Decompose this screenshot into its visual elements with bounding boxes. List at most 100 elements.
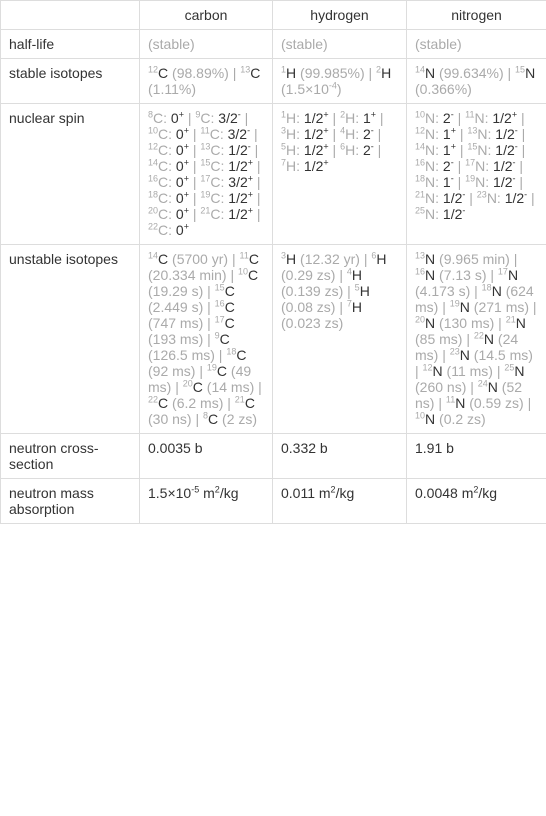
mass-number: 16 <box>415 157 425 167</box>
element-symbol: C <box>217 363 227 379</box>
spin-value: 1/2 <box>228 158 247 174</box>
separator: | <box>184 110 195 126</box>
spin-value: 0 <box>176 206 184 222</box>
element-symbol: C <box>220 331 230 347</box>
element-symbol: H <box>352 267 362 283</box>
mass-number: 19 <box>465 173 475 183</box>
isotope-detail: (260 ns) <box>415 379 466 395</box>
spin-value: 0 <box>176 126 184 142</box>
spin-sign: + <box>323 157 328 167</box>
element-symbol: C <box>225 315 235 331</box>
separator: | <box>516 174 524 190</box>
row-half-life: half-life (stable) (stable) (stable) <box>1 30 546 59</box>
mass-number: 20 <box>415 314 425 324</box>
separator: | <box>516 158 524 174</box>
element-symbol: N <box>508 267 518 283</box>
mass-abs-value: 0.011 m <box>281 485 331 501</box>
cell-value: 0.011 m2/kg <box>273 479 407 524</box>
mass-number: 10 <box>148 125 158 135</box>
spin-value: 2 <box>443 158 451 174</box>
spin-value: 2 <box>363 126 371 142</box>
separator: | <box>438 299 449 315</box>
separator: | <box>253 174 261 190</box>
separator: | <box>203 331 214 347</box>
cell-value: 14C (5700 yr) | 11C (20.334 min) | 10C (… <box>140 245 273 434</box>
separator: | <box>360 251 371 267</box>
isotope-detail: (14 ms) <box>203 379 254 395</box>
mass-number: 25 <box>504 362 514 372</box>
separator: | <box>518 126 526 142</box>
separator: | <box>374 142 382 158</box>
mass-number: 18 <box>415 173 425 183</box>
element-symbol: N <box>514 363 524 379</box>
separator: | <box>438 347 449 363</box>
isotope-detail: (0.08 zs) <box>281 299 335 315</box>
isotope-id: 16N: <box>415 158 443 174</box>
mass-number: 14 <box>415 141 425 151</box>
mass-number: 20 <box>148 205 158 215</box>
separator: | <box>250 126 258 142</box>
mass-number: 11 <box>200 125 209 135</box>
element-symbol: N <box>492 283 502 299</box>
mass-number: 4 <box>340 125 345 135</box>
mass-number: 16 <box>215 298 225 308</box>
header-row: carbon hydrogen nitrogen <box>1 1 546 30</box>
mass-number: 19 <box>207 362 217 372</box>
mass-number: 5 <box>281 141 286 151</box>
row-unstable-isotopes: unstable isotopes 14C (5700 yr) | 11C (2… <box>1 245 546 434</box>
isotope-id: 17N: <box>465 158 493 174</box>
separator: | <box>510 251 518 267</box>
isotope-id: 16C: <box>148 174 176 190</box>
spin-value: 1 <box>443 142 451 158</box>
spin-value: 3/2 <box>228 126 247 142</box>
cell-value: 1.91 b <box>407 434 546 479</box>
separator: | <box>203 299 214 315</box>
spin-value: 3/2 <box>228 174 247 190</box>
cell-value: 1.5×10-5 m2/kg <box>140 479 273 524</box>
unit-part: /kg <box>220 485 239 501</box>
element-symbol: N <box>425 251 435 267</box>
mass-number: 8 <box>148 109 153 119</box>
isotope-detail: (0.023 zs) <box>281 315 343 331</box>
spin-value: 0 <box>176 222 184 238</box>
isotope-detail: (9.965 min) <box>435 251 510 267</box>
cell-value: 14N (99.634%) | 15N (0.366%) <box>407 59 546 104</box>
cell-value: 8C: 0+ | 9C: 3/2- | 10C: 0+ | 11C: 3/2- … <box>140 104 273 245</box>
separator: | <box>227 267 238 283</box>
col-header-hydrogen: hydrogen <box>273 1 407 30</box>
isotope-id: 14C: <box>148 158 176 174</box>
mass-number: 25 <box>415 205 425 215</box>
element-symbol: C <box>158 65 168 81</box>
spin-value: 0 <box>176 190 184 206</box>
isotope-id: 8C: <box>148 110 171 126</box>
element-symbol: C <box>225 299 235 315</box>
isotope-id: 10N: <box>415 110 443 126</box>
col-header-nitrogen: nitrogen <box>407 1 546 30</box>
separator: | <box>335 267 346 283</box>
element-symbol: C <box>236 347 246 363</box>
spin-value: 1/2 <box>304 158 323 174</box>
element-symbol: C <box>250 65 260 81</box>
separator: | <box>189 190 200 206</box>
separator: | <box>504 65 515 81</box>
isotope-detail: (0.29 zs) <box>281 267 335 283</box>
mass-number: 11 <box>239 250 248 260</box>
element-symbol: N <box>516 315 526 331</box>
isotope-id: 18N: <box>415 174 443 190</box>
mass-number: 10 <box>415 410 425 420</box>
cell-value: 13N (9.965 min) | 16N (7.13 s) | 17N (4.… <box>407 245 546 434</box>
element-symbol: N <box>460 299 470 315</box>
separator: | <box>434 395 445 411</box>
element-symbol: N <box>460 347 470 363</box>
isotope-id: 13C: <box>200 142 228 158</box>
spin-value: 2 <box>363 142 371 158</box>
spin-value: 1/2 <box>304 142 323 158</box>
mass-number: 15 <box>200 157 210 167</box>
mass-number: 13 <box>200 141 210 151</box>
element-symbol: H <box>286 65 296 81</box>
separator: | <box>454 158 465 174</box>
separator: | <box>465 190 476 206</box>
spin-value: 1/2 <box>495 142 514 158</box>
cell-value: 10N: 2- | 11N: 1/2+ | 12N: 1+ | 13N: 1/2… <box>407 104 546 245</box>
separator: | <box>253 190 261 206</box>
